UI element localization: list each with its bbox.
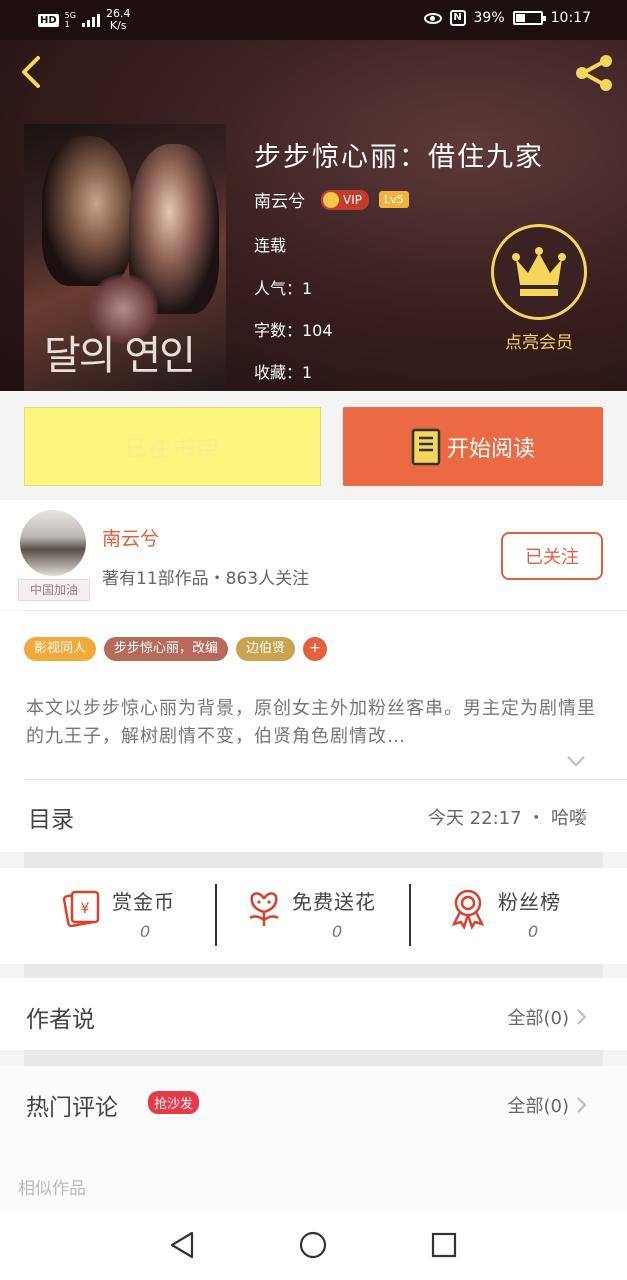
tag[interactable]: 影视同人 (24, 637, 97, 661)
crown-icon (323, 191, 339, 208)
section-separator (24, 852, 603, 868)
svg-text:¥: ¥ (81, 901, 90, 917)
back-button[interactable] (14, 52, 54, 92)
nav-home-icon[interactable] (298, 1230, 328, 1260)
chevron-right-icon (577, 809, 587, 825)
author-name[interactable]: 南云兮 (254, 187, 305, 212)
level-badge: Lv5 (378, 191, 409, 208)
signal-icon (81, 13, 100, 27)
catalog-latest: 今天 22:17 ・ 哈喽 (427, 808, 587, 829)
chevron-left-icon (22, 56, 40, 88)
medal-icon (451, 889, 485, 930)
network-type: 5G 1 (64, 11, 76, 29)
stat-value: 0 (332, 922, 343, 941)
stat-label: 赏金币 (112, 890, 175, 914)
book-status: 连载 (254, 236, 287, 255)
crown-icon (512, 247, 566, 296)
book-info-section: 影视同人 步步惊心丽，改编 边伯贤 + 本文以步步惊心丽为背景，原创女主外加粉丝… (0, 611, 627, 781)
add-tag-button[interactable]: + (303, 637, 328, 661)
system-navigation-bar (0, 1212, 627, 1280)
avatar[interactable] (20, 510, 86, 576)
nav-recents-icon[interactable] (429, 1230, 459, 1260)
vip-badge: VIP (321, 189, 369, 210)
flower-icon (249, 892, 279, 926)
member-label[interactable]: 点亮会员 (484, 328, 594, 353)
chevron-right-icon (577, 1097, 587, 1113)
similar-works-heading: 相似作品 (18, 1179, 86, 1199)
hd-badge: HD (38, 13, 59, 27)
in-bookshelf-button[interactable]: 已在书架 (24, 407, 321, 486)
author-card-name[interactable]: 南云兮 (102, 524, 159, 551)
stat-label: 粉丝榜 (498, 890, 561, 914)
synopsis: 本文以步步惊心丽为背景，原创女主外加粉丝客串。男主定为剧情里的九王子，解树剧情不… (26, 698, 596, 747)
stat-fan-ranking[interactable]: 粉丝榜 0 (446, 868, 606, 964)
catalog-row[interactable]: 目录 今天 22:17 ・ 哈喽 (0, 780, 627, 852)
network-speed: 26.4 K/s (105, 7, 131, 32)
stat-free-flowers[interactable]: 免费送花 0 (242, 868, 402, 964)
author-says-all[interactable]: 全部(0) (508, 1004, 570, 1030)
member-button[interactable] (491, 224, 587, 320)
author-card[interactable]: 中国加油 南云兮 著有11部作品・863人关注 已关注 (0, 500, 627, 610)
sofa-badge[interactable]: 抢沙发 (148, 1091, 200, 1114)
book-title: 步步惊心丽：借住九家 (254, 142, 544, 173)
tag[interactable]: 步步惊心丽，改编 (104, 637, 229, 661)
hot-comments-all[interactable]: 全部(0) (508, 1092, 570, 1118)
author-works-count: 著有11部作品・863人关注 (102, 569, 310, 589)
tag-list: 影视同人 步步惊心丽，改编 边伯贤 + (24, 637, 328, 661)
share-icon (576, 55, 612, 91)
author-says-title: 作者说 (26, 1007, 95, 1033)
stat-label: 免费送花 (292, 890, 376, 914)
section-separator (24, 1050, 603, 1066)
book-cover[interactable]: 달의 연인 (24, 124, 226, 391)
book-icon (411, 428, 441, 465)
book-popularity: 人气：1 (254, 279, 313, 298)
catalog-title: 目录 (28, 807, 74, 833)
clock: 10:17 (550, 10, 591, 26)
start-reading-button[interactable]: 开始阅读 (343, 407, 603, 486)
author-says-row[interactable]: 作者说 全部(0) (0, 978, 627, 1050)
nav-back-icon[interactable] (168, 1230, 198, 1260)
hot-comments-section: 热门评论 抢沙发 全部(0) (0, 1066, 627, 1212)
eye-icon (423, 12, 442, 24)
book-word-count: 字数：104 (254, 321, 333, 340)
stat-value: 0 (140, 922, 151, 941)
red-envelope-icon: ¥ (62, 890, 100, 928)
divider (215, 884, 217, 946)
book-header: 달의 연인 步步惊心丽：借住九家 南云兮 VIP Lv5 连载 人气：1 字数：… (0, 40, 627, 391)
avatar-caption: 中国加油 (18, 579, 90, 601)
divider (409, 884, 411, 946)
section-separator (24, 964, 603, 978)
tag[interactable]: 边伯贤 (236, 637, 296, 661)
hot-comments-title: 热门评论 (26, 1095, 118, 1121)
share-button[interactable] (571, 52, 617, 94)
battery-percent: 39% (473, 10, 505, 26)
battery-icon (512, 11, 546, 25)
author-row: 南云兮 VIP Lv5 (254, 187, 409, 212)
stat-reward-coins[interactable]: ¥ 赏金币 0 (58, 868, 218, 964)
book-favorites: 收藏：1 (254, 363, 313, 382)
nfc-icon: N (449, 10, 466, 26)
stat-value: 0 (528, 922, 539, 941)
chevron-down-icon[interactable] (566, 753, 586, 769)
status-bar: HD 5G 1 26.4 K/s N 39% 10:17 (0, 0, 627, 40)
chevron-right-icon (577, 1009, 587, 1025)
follow-button[interactable]: 已关注 (501, 532, 603, 580)
reward-stats: ¥ 赏金币 0 免费送花 0 粉丝榜 0 (0, 868, 627, 964)
cover-title: 달의 연인 (44, 333, 196, 379)
